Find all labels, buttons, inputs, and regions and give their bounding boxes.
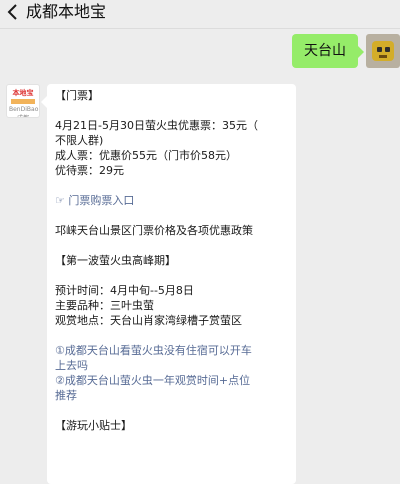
top-bar: 成都本地宝 bbox=[0, 0, 400, 29]
avatar-brand-subtext: BenDiBao 成都 bbox=[9, 106, 39, 117]
avatar-mouth bbox=[379, 55, 387, 58]
section-ticket: 【门票】 bbox=[55, 89, 99, 102]
avatar-brand-text: 本地宝 bbox=[12, 89, 34, 97]
article-link-2[interactable]: ②成都天台山萤火虫一年观赏时间+点位 推荐 bbox=[55, 373, 293, 403]
avatar-eye-left bbox=[377, 47, 382, 52]
avatar-eye-right bbox=[385, 47, 390, 52]
main-species: 主要品种：三叶虫萤 bbox=[55, 299, 154, 312]
expected-time: 预计时间：4月中旬--5月8日 bbox=[55, 284, 194, 297]
official-account-avatar[interactable]: 本地宝 BenDiBao 成都 bbox=[6, 84, 40, 118]
ticket-line-1: 4月21日-5月30日萤火虫优惠票：35元（ bbox=[55, 119, 258, 132]
section-tips: 【游玩小贴士】 bbox=[55, 419, 132, 432]
ticket-discount: 优待票：29元 bbox=[55, 164, 124, 177]
ticket-line-2: 不限人群) bbox=[55, 134, 104, 147]
user-avatar[interactable] bbox=[366, 34, 400, 68]
outgoing-bubble[interactable]: 天台山 bbox=[292, 34, 364, 68]
viewing-place: 观赏地点：天台山肖家湾绿槽子赏萤区 bbox=[55, 314, 242, 327]
ticket-purchase-link[interactable]: ☞ 门票购票入口 bbox=[55, 193, 293, 208]
avatar-face-icon bbox=[372, 41, 394, 61]
back-arrow-icon[interactable] bbox=[6, 3, 20, 21]
article-link-2-line-1: ②成都天台山萤火虫一年观赏时间+点位 bbox=[55, 374, 251, 387]
incoming-message-bubble: 【门票】 4月21日-5月30日萤火虫优惠票：35元（ 不限人群) 成人票：优惠… bbox=[41, 84, 296, 484]
article-link-1-line-2: 上去吗 bbox=[55, 359, 88, 372]
article-link-1-line-1: ①成都天台山看萤火虫没有住宿可以开车 bbox=[55, 344, 252, 357]
ticket-adult: 成人票：优惠价55元（门市价58元） bbox=[55, 149, 237, 162]
section-firefly: 【第一波萤火虫高峰期】 bbox=[55, 254, 176, 267]
article-link-2-line-2: 推荐 bbox=[55, 389, 77, 402]
article-link-1[interactable]: ①成都天台山看萤火虫没有住宿可以开车 上去吗 bbox=[55, 343, 293, 373]
reply-content: 【门票】 4月21日-5月30日萤火虫优惠票：35元（ 不限人群) 成人票：优惠… bbox=[55, 88, 293, 433]
chat-title: 成都本地宝 bbox=[26, 2, 107, 21]
policy-title: 邛崃天台山景区门票价格及各项优惠政策 bbox=[55, 224, 253, 237]
avatar-brand-bar bbox=[11, 99, 35, 104]
